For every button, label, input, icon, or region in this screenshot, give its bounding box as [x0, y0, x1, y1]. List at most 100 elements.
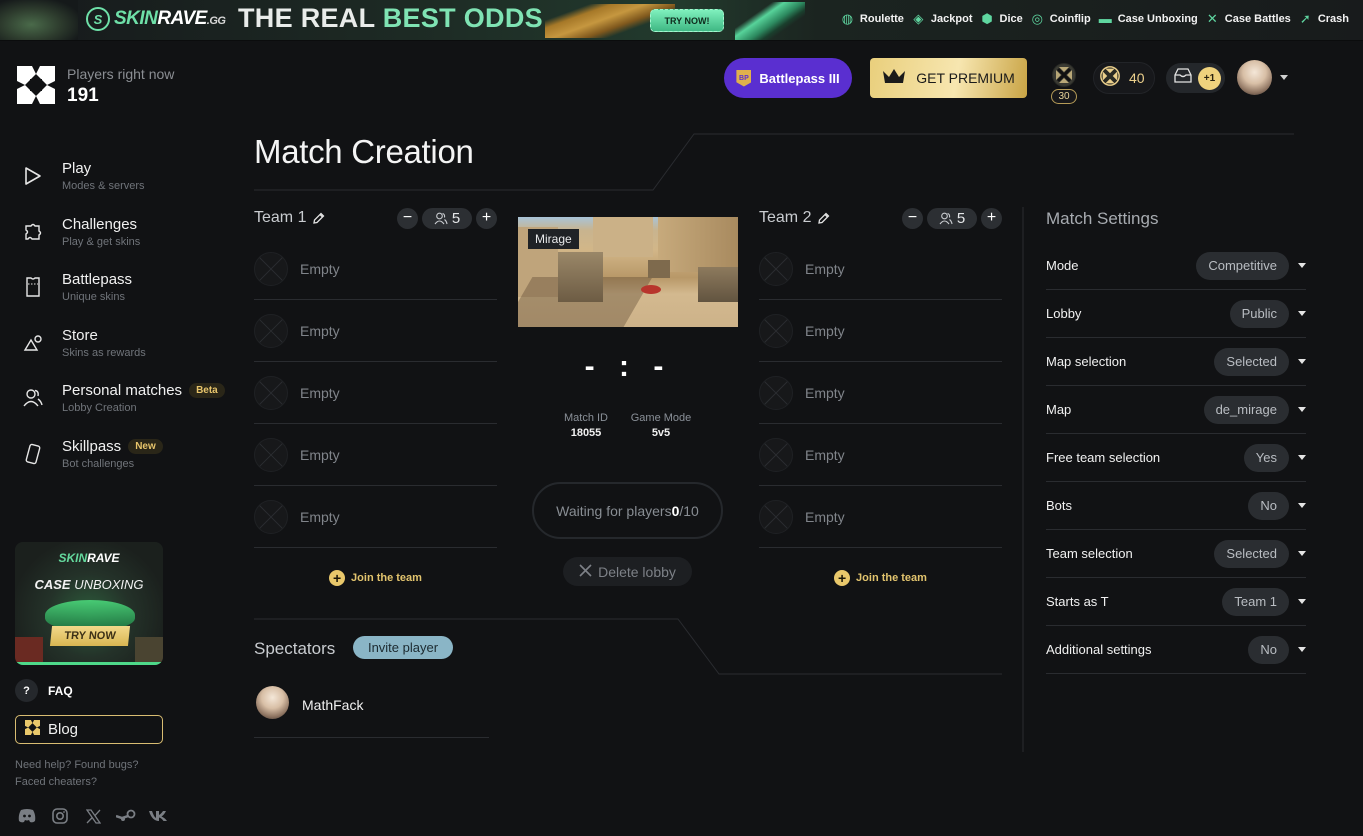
decrease-team-size-button[interactable]: −: [397, 207, 418, 229]
sidebar-item-skillpass[interactable]: Skillpass New Bot challenges: [22, 438, 225, 494]
vk-icon[interactable]: [149, 807, 169, 825]
join-team-2-button[interactable]: + Join the team: [759, 548, 1002, 608]
dice-icon: ⬢: [981, 10, 993, 26]
setting-dropdown[interactable]: Selected: [1214, 539, 1306, 568]
empty-avatar-icon: [759, 499, 793, 534]
case-unboxing-promo[interactable]: SKINRAVE CASE UNBOXING TRY NOW: [15, 542, 163, 665]
spectators-title: Spectators: [254, 639, 336, 658]
setting-free-team-selection: Free team selection Yes: [1046, 434, 1306, 482]
faq-link[interactable]: ? FAQ: [15, 679, 73, 702]
setting-dropdown[interactable]: Selected: [1214, 347, 1306, 376]
plus-circle-icon: +: [329, 570, 346, 586]
discord-icon[interactable]: [17, 807, 37, 825]
chevron-down-icon: [1298, 551, 1306, 556]
empty-avatar-icon: [254, 437, 288, 472]
join-team-1-button[interactable]: + Join the team: [254, 548, 497, 608]
site-logo-icon[interactable]: [17, 66, 55, 104]
chevron-down-icon: [1298, 359, 1306, 364]
nav-sublabel: Modes & servers: [62, 180, 145, 192]
team-size: 5: [927, 207, 977, 229]
edit-pencil-icon[interactable]: [312, 212, 325, 225]
promo-brand-prefix: SKIN: [58, 551, 88, 565]
game-link-dice[interactable]: ⬢ Dice: [980, 10, 1022, 26]
players-online-label: Players right now: [67, 66, 175, 82]
player-slot[interactable]: Empty: [254, 362, 497, 424]
nav-sublabel: Lobby Creation: [62, 402, 137, 414]
invite-player-button[interactable]: Invite player: [353, 636, 453, 659]
player-slot[interactable]: Empty: [254, 300, 497, 362]
game-link-case-unboxing[interactable]: ▬ Case Unboxing: [1098, 11, 1198, 26]
setting-mode: Mode Competitive: [1046, 242, 1306, 290]
banner-try-now-button[interactable]: TRY NOW!: [650, 9, 724, 32]
map-crate: [698, 267, 738, 302]
decrease-team-size-button[interactable]: −: [902, 207, 923, 229]
sidebar: Players right now 191 Play Modes & server…: [0, 42, 235, 836]
game-link-roulette[interactable]: ◍ Roulette: [840, 11, 904, 26]
setting-value: No: [1248, 635, 1289, 664]
setting-dropdown[interactable]: Team 1: [1222, 587, 1306, 616]
site-header: Players right now 191: [17, 66, 174, 107]
player-slot[interactable]: Empty: [254, 424, 497, 486]
game-link-crash[interactable]: ➚ Crash: [1298, 11, 1349, 26]
user-menu-caret-icon[interactable]: [1280, 75, 1288, 80]
help-text: Need help? Found bugs? Faced cheaters?: [15, 759, 139, 788]
user-avatar[interactable]: [1237, 60, 1272, 95]
game-label: Crash: [1317, 12, 1349, 25]
settings-title: Match Settings: [1046, 209, 1159, 228]
player-slot[interactable]: Empty: [759, 300, 1002, 362]
setting-map-selection: Map selection Selected: [1046, 338, 1306, 386]
setting-dropdown[interactable]: de_mirage: [1203, 395, 1306, 424]
sidebar-item-battlepass[interactable]: Battlepass Unique skins: [22, 271, 225, 327]
edit-pencil-icon[interactable]: [817, 212, 830, 225]
instagram-icon[interactable]: [50, 807, 70, 825]
steam-icon[interactable]: [116, 807, 136, 825]
balance-value: 40: [1129, 70, 1145, 86]
promo-title-bold: CASE: [34, 577, 71, 592]
player-slot[interactable]: Empty: [254, 238, 497, 300]
blog-button[interactable]: Blog: [15, 715, 163, 744]
game-label: Coinflip: [1049, 12, 1091, 25]
sidebar-item-personal-matches[interactable]: Personal matches Beta Lobby Creation: [22, 382, 225, 438]
increase-team-size-button[interactable]: +: [981, 207, 1002, 229]
coin-balance[interactable]: 40: [1093, 62, 1155, 94]
x-icon[interactable]: [83, 807, 103, 825]
player-slot[interactable]: Empty: [254, 486, 497, 548]
game-link-case-battles[interactable]: ✕ Case Battles: [1205, 11, 1291, 26]
spectator-avatar: [256, 686, 289, 719]
get-premium-button[interactable]: GET PREMIUM: [870, 58, 1027, 98]
inbox-button[interactable]: +1: [1166, 63, 1225, 93]
sidebar-item-challenges[interactable]: Challenges Play & get skins: [22, 216, 225, 272]
slot-label: Empty: [300, 322, 340, 339]
setting-label: Starts as T: [1046, 594, 1109, 609]
delete-lobby-label: Delete lobby: [598, 563, 676, 580]
headline-white: THE REAL: [238, 3, 383, 33]
sidebar-item-play[interactable]: Play Modes & servers: [22, 160, 225, 216]
sidebar-item-store[interactable]: Store Skins as rewards: [22, 327, 225, 383]
setting-value: Team 1: [1222, 587, 1289, 616]
slot-label: Empty: [300, 384, 340, 401]
spectator-item[interactable]: MathFack: [254, 686, 489, 738]
player-slot[interactable]: Empty: [759, 238, 1002, 300]
banner-brand: S SKINRAVE.GG: [86, 7, 226, 31]
crown-icon: [882, 68, 906, 89]
match-settings-panel: Match Settings Mode Competitive Lobby Publ…: [1046, 204, 1306, 674]
banner-headline: THE REAL BEST ODDS: [238, 3, 543, 34]
setting-dropdown[interactable]: Competitive: [1196, 251, 1306, 280]
setting-dropdown[interactable]: No: [1248, 635, 1306, 664]
increase-team-size-button[interactable]: +: [476, 207, 497, 229]
player-slot[interactable]: Empty: [759, 424, 1002, 486]
ad-banner[interactable]: S SKINRAVE.GG THE REAL BEST ODDS TRY NOW…: [0, 0, 1363, 41]
team-size-value: 5: [956, 209, 966, 227]
setting-dropdown[interactable]: No: [1248, 491, 1306, 520]
setting-dropdown[interactable]: Public: [1229, 299, 1306, 328]
game-link-jackpot[interactable]: ◈ Jackpot: [911, 11, 972, 26]
close-icon: [579, 563, 592, 580]
setting-dropdown[interactable]: Yes: [1243, 443, 1306, 472]
battlepass-button[interactable]: BP Battlepass III: [724, 58, 852, 98]
player-slot[interactable]: Empty: [759, 486, 1002, 548]
level-badge[interactable]: 30: [1048, 63, 1080, 105]
delete-lobby-button[interactable]: Delete lobby: [563, 557, 692, 586]
game-link-coinflip[interactable]: ◎ Coinflip: [1030, 11, 1091, 26]
promo-try-now-button[interactable]: TRY NOW: [49, 626, 131, 646]
player-slot[interactable]: Empty: [759, 362, 1002, 424]
